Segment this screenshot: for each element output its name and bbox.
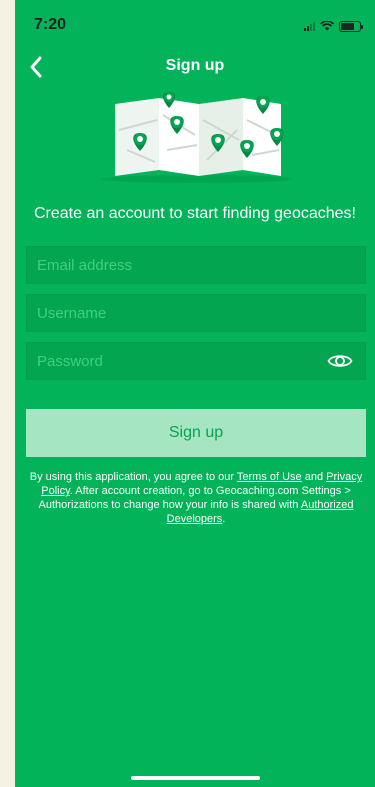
username-field[interactable] (26, 294, 366, 332)
signup-button[interactable]: Sign up (26, 409, 366, 457)
password-field[interactable] (26, 342, 366, 380)
eye-icon (327, 355, 353, 367)
wifi-icon (320, 21, 334, 31)
email-field[interactable] (26, 246, 366, 284)
signal-icon (304, 21, 315, 31)
legal-text: By using this application, you agree to … (27, 470, 365, 526)
signup-headline: Create an account to start finding geoca… (34, 205, 356, 222)
status-time: 7:20 (34, 16, 67, 33)
legal-and: and (301, 471, 327, 483)
username-input[interactable] (27, 295, 365, 331)
map-illustration (101, 92, 293, 183)
show-password-toggle[interactable] (325, 349, 355, 373)
home-indicator (131, 776, 260, 780)
status-bar: 7:20 (15, 0, 375, 40)
terms-of-use-link[interactable]: Terms of Use (237, 471, 302, 483)
password-input[interactable] (27, 343, 365, 379)
email-input[interactable] (27, 247, 365, 283)
status-icons (304, 20, 363, 32)
legal-prefix: By using this application, you agree to … (29, 471, 237, 483)
signup-screen: 7:20 Sign up Create an account to start … (15, 0, 375, 787)
battery-icon (339, 20, 363, 32)
nav-bar: Sign up (15, 48, 375, 86)
legal-suffix: . (222, 513, 226, 525)
page-title: Sign up (165, 57, 225, 74)
